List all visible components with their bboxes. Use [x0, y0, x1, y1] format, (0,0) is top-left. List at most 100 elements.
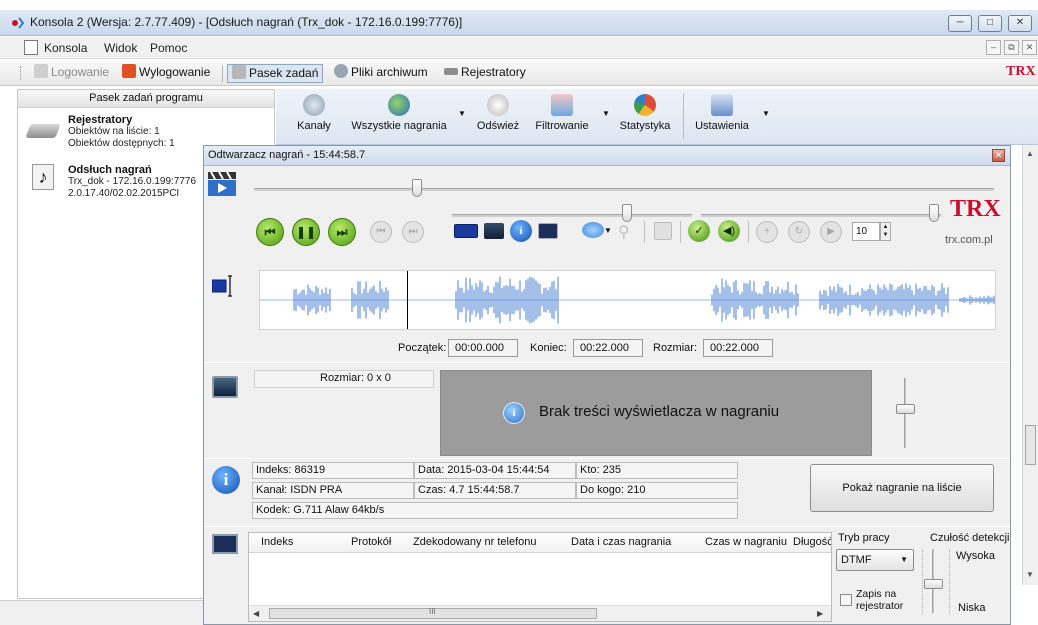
recorder-icon [444, 68, 458, 75]
column-header-protocol[interactable]: Protokół [351, 533, 391, 553]
volume-track[interactable] [452, 214, 692, 217]
task-item-title: Rejestratory [68, 114, 133, 126]
section-divider [204, 526, 1010, 527]
speech-bubble-icon[interactable] [582, 222, 604, 238]
waveform-view-icon[interactable] [454, 224, 478, 238]
close-button[interactable]: ✕ [1008, 15, 1032, 32]
start-label: Początek: [398, 342, 447, 354]
toolbar-divider [222, 65, 223, 82]
scroll-thumb[interactable] [1025, 425, 1036, 465]
pencil-icon [232, 65, 246, 79]
chevron-down-icon[interactable]: ▼ [762, 109, 770, 118]
menu-bar: Konsola Widok Pomoc – ⧉ ✕ [0, 37, 1038, 59]
previous-button[interactable]: ⏮ [370, 221, 392, 243]
column-header-index[interactable]: Indeks [261, 533, 293, 553]
scroll-right-icon[interactable]: ▶ [817, 609, 823, 618]
mode-select[interactable]: DTMF ▼ [836, 549, 914, 571]
minimize-button[interactable]: ─ [948, 15, 972, 32]
refresh-label: Odśwież [476, 120, 520, 132]
section-divider [204, 458, 1010, 459]
mode-value: DTMF [841, 554, 872, 566]
speaker-icon[interactable]: ◀) [718, 220, 740, 242]
task-item-line: Obiektów dostępnych: 1 [68, 138, 175, 149]
check-icon[interactable]: ✓ [688, 220, 710, 242]
recorders-button[interactable]: Rejestratory [440, 64, 530, 83]
menu-widok[interactable]: Widok [104, 41, 137, 55]
maximize-button[interactable]: □ [978, 15, 1002, 32]
start-field[interactable]: 00:00.000 [448, 339, 518, 357]
archive-files-button[interactable]: Pliki archiwum [330, 64, 432, 83]
play-step-icon[interactable]: ▶ [820, 221, 842, 243]
add-icon[interactable]: + [756, 221, 778, 243]
background-scrollbar[interactable]: ▲ ▼ [1022, 145, 1038, 585]
step-input[interactable]: 10 [852, 222, 880, 241]
mdi-minimize-button[interactable]: – [986, 40, 1001, 55]
mdi-close-button[interactable]: ✕ [1022, 40, 1037, 55]
sensitivity-label: Czułość detekcji [930, 532, 1010, 544]
filter-button[interactable]: Filtrowanie [530, 94, 594, 132]
position-track[interactable] [254, 188, 994, 191]
display-size-label: Rozmiar: 0 x 0 [320, 372, 391, 384]
waveform-display[interactable] [259, 270, 996, 330]
scroll-up-icon[interactable]: ▲ [1026, 149, 1034, 158]
chevron-down-icon[interactable]: ▼ [602, 109, 610, 118]
settings-button[interactable]: Ustawienia [690, 94, 754, 132]
waveform-panel-icon [211, 274, 234, 298]
channel-field: Kanał: ISDN PRA [252, 482, 414, 499]
next-button[interactable]: ⏭ [402, 221, 424, 243]
end-field[interactable]: 00:22.000 [573, 339, 643, 357]
horizontal-scrollbar[interactable]: ◀ III ▶ [249, 605, 831, 621]
dtmf-panel-icon [212, 534, 238, 554]
column-header-decoded-number[interactable]: Zdekodowany nr telefonu [413, 533, 537, 553]
taskbar-toggle-button[interactable]: Pasek zadań [227, 64, 324, 83]
end-label: Koniec: [530, 342, 567, 354]
task-item-line: Trx_dok - 172.16.0.199:7776 [68, 176, 197, 187]
player-window: Odtwarzacz nagrań - 15:44:58.7 ✕ ⏮ ❚❚ ⏭ … [203, 145, 1011, 625]
date-field: Data: 2015-03-04 15:44:54 [414, 462, 576, 479]
display-view-icon[interactable] [484, 223, 504, 239]
balance-slider-thumb[interactable] [928, 204, 939, 222]
sensitivity-slider-thumb[interactable] [924, 579, 943, 590]
key-icon[interactable]: ⚲ [618, 222, 630, 242]
size-label: Rozmiar: [653, 342, 698, 354]
chevron-down-icon[interactable]: ▼ [458, 109, 466, 118]
pause-button[interactable]: ❚❚ [292, 218, 320, 246]
who-field: Kto: 235 [576, 462, 738, 479]
chevron-down-icon[interactable]: ▼ [604, 226, 612, 235]
document-icon [24, 40, 38, 55]
size-field[interactable]: 00:22.000 [703, 339, 773, 357]
scroll-down-icon[interactable]: ▼ [1026, 570, 1034, 579]
display-slider-thumb[interactable] [896, 404, 915, 414]
playback-cursor[interactable] [407, 271, 408, 329]
step-spinner[interactable]: ▲ ▼ [880, 222, 891, 241]
player-close-button[interactable]: ✕ [992, 149, 1005, 162]
mdi-restore-button[interactable]: ⧉ [1004, 40, 1019, 55]
dtmf-table: Indeks Protokół Zdekodowany nr telefonu … [248, 532, 832, 622]
channels-button[interactable]: Kanały [294, 94, 334, 132]
menu-pomoc[interactable]: Pomoc [150, 41, 187, 55]
menu-konsola[interactable]: Konsola [44, 41, 87, 55]
column-header-time-in-recording[interactable]: Czas w nagraniu [705, 533, 787, 553]
record-checkbox[interactable] [840, 594, 852, 606]
column-header-length[interactable]: Długość [793, 533, 831, 553]
logout-button[interactable]: Wylogowanie [118, 64, 214, 83]
info-large-icon: i [212, 466, 240, 494]
show-on-list-button[interactable]: Pokaż nagranie na liście [810, 464, 994, 512]
balance-track[interactable] [701, 214, 941, 217]
volume-slider-thumb[interactable] [622, 204, 633, 222]
all-recordings-button[interactable]: Wszystkie nagrania [344, 94, 454, 132]
position-slider-thumb[interactable] [411, 179, 422, 197]
refresh-button[interactable]: Odśwież [473, 94, 523, 132]
fast-forward-button[interactable]: ⏭ [328, 218, 356, 246]
dtmf-view-icon[interactable] [538, 223, 558, 239]
loop-icon[interactable]: ↻ [788, 221, 810, 243]
scroll-left-icon[interactable]: ◀ [253, 609, 259, 618]
info-icon[interactable]: i [510, 220, 532, 242]
statistics-button[interactable]: Statystyka [614, 94, 676, 132]
recorders-label: Rejestratory [461, 65, 526, 79]
login-button[interactable]: Logowanie [30, 64, 113, 83]
rewind-button[interactable]: ⏮ [256, 218, 284, 246]
column-header-datetime[interactable]: Data i czas nagrania [571, 533, 671, 553]
site-link[interactable]: trx.com.pl [945, 234, 993, 246]
save-icon[interactable] [654, 222, 672, 240]
